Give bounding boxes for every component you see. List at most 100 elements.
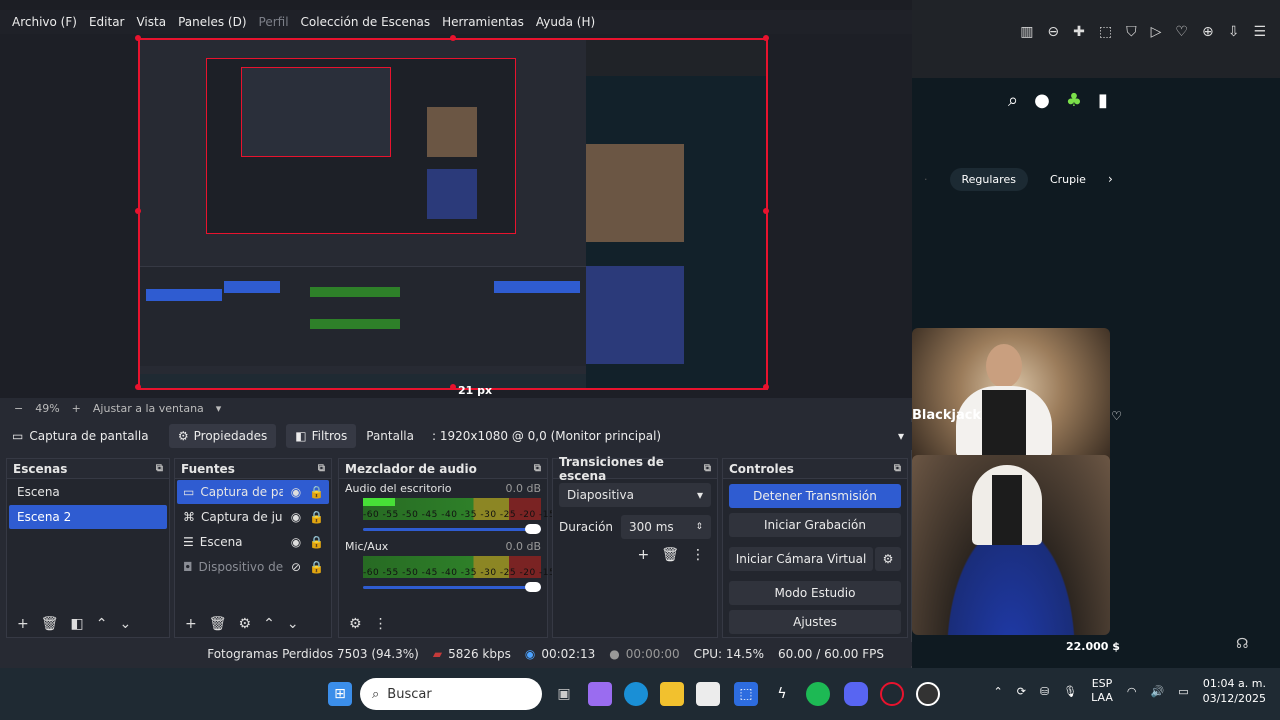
resize-handle-r[interactable] [763,208,769,214]
virtual-camera-button[interactable]: Iniciar Cámara Virtual [729,547,873,571]
fit-window-label[interactable]: Ajustar a la ventana [93,402,204,415]
menu-coleccion-escenas[interactable]: Colección de Escenas [295,15,437,29]
undock-icon[interactable]: ⧉ [894,463,901,474]
discord-icon[interactable] [844,682,868,706]
taskbar-search[interactable]: ⌕ Buscar [360,678,542,710]
extension-icon[interactable]: ✚ [1073,24,1085,40]
eye-icon[interactable]: ◉ [289,485,303,499]
zoom-icon[interactable]: ⊖ [1047,24,1059,40]
clock[interactable]: 01:04 a. m. 03/12/2025 [1203,676,1266,706]
chevron-down-icon[interactable]: ▾ [216,402,222,415]
source-item[interactable]: ☰ Escena ◉ 🔒 [177,530,329,554]
dropbox-icon[interactable]: ⬚ [734,682,758,706]
volume-icon[interactable]: 🔊 [1150,685,1164,698]
shield-icon[interactable]: ⛉ [1126,24,1137,40]
resize-handle-tl[interactable] [135,35,141,41]
chip-hidden[interactable]: · [912,168,940,191]
chevron-down-icon[interactable]: ⌄ [287,616,299,632]
sidebar-icon[interactable]: ▥ [1020,24,1033,40]
store-icon[interactable] [696,682,720,706]
game-title[interactable]: Blackjack [912,408,981,423]
chevron-up-icon[interactable]: ⌃ [263,616,275,632]
eye-icon[interactable]: ◉ [289,535,303,549]
chevron-up-icon[interactable]: ⌃ [96,616,108,632]
chevron-right-icon[interactable]: › [1108,172,1113,186]
eye-hidden-icon[interactable]: ⊘ [289,560,303,574]
properties-button[interactable]: ⚙ Propiedades [168,424,277,448]
user-icon[interactable]: ● [1034,90,1050,111]
obs-icon[interactable] [916,682,940,706]
spotify-icon[interactable] [806,682,830,706]
chip-crupie[interactable]: Crupie [1038,168,1098,191]
wallet-icon[interactable]: ⊕ [1202,24,1214,40]
settings-button[interactable]: Ajustes [729,610,901,634]
add-icon[interactable]: + [637,547,649,563]
preview-canvas[interactable] [138,38,768,390]
sync-icon[interactable]: ⟳ [1017,685,1026,698]
undock-icon[interactable]: ⧉ [318,463,325,474]
network-icon[interactable]: ⛁ [1040,685,1049,698]
pantalla-select[interactable]: : 1920x1080 @ 0,0 (Monitor principal) ▾ [424,424,912,448]
menu-editar[interactable]: Editar [83,15,131,29]
game-card-table[interactable] [912,455,1110,635]
menu-icon[interactable]: ☰ [1253,24,1266,40]
resize-handle-br[interactable] [763,384,769,390]
screenshot-icon[interactable]: ⬚ [1099,24,1112,40]
menu-perfil[interactable]: Perfil [253,15,295,29]
menu-herramientas[interactable]: Herramientas [436,15,530,29]
slider-knob[interactable] [525,582,541,592]
headset-icon[interactable]: ☊ [1236,636,1248,652]
menu-paneles[interactable]: Paneles (D) [172,15,252,29]
volume-slider[interactable] [363,524,541,534]
wifi-icon[interactable]: ◠ [1127,685,1137,698]
menu-ayuda[interactable]: Ayuda (H) [530,15,601,29]
language-indicator[interactable]: ESP LAA [1091,677,1113,705]
lock-icon[interactable]: 🔒 [309,535,324,549]
microphone-icon[interactable]: 🎙 [1063,685,1077,698]
start-record-button[interactable]: Iniciar Grabación [729,513,901,537]
trash-icon[interactable]: 🗑 [41,616,59,632]
resize-handle-t[interactable] [450,35,456,41]
trash-icon[interactable]: 🗑 [209,616,227,632]
download-icon[interactable]: ⇩ [1228,24,1240,40]
menu-vista[interactable]: Vista [130,15,172,29]
duration-input[interactable]: 300 ms ⇕ [621,515,711,539]
folder-icon[interactable] [660,682,684,706]
spinner-icon[interactable]: ⇕ [695,522,703,532]
lock-icon[interactable]: 🔒 [309,560,324,574]
scene-item[interactable]: Escena [9,480,167,504]
heart-icon[interactable]: ♡ [1175,24,1188,40]
panel-icon[interactable]: ▮ [1098,90,1108,111]
trash-icon[interactable]: 🗑 [661,547,679,563]
favorite-icon[interactable]: ♡ [1111,409,1122,423]
gear-icon[interactable]: ⚙ [349,616,362,632]
undock-icon[interactable]: ⧉ [156,463,163,474]
chevron-up-icon[interactable]: ⌃ [994,685,1003,698]
volume-slider[interactable] [363,582,541,592]
lock-icon[interactable]: 🔒 [309,485,324,499]
bell-icon[interactable]: ♣ [1066,90,1082,111]
filter-icon[interactable]: ◧ [71,616,84,632]
undock-icon[interactable]: ⧉ [704,463,711,474]
task-view-icon[interactable]: ▣ [552,682,576,706]
zoom-out-icon[interactable]: − [14,402,23,415]
slider-knob[interactable] [525,524,541,534]
copilot-icon[interactable] [588,682,612,706]
source-item[interactable]: ▭ Captura de pantalla ◉ 🔒 [177,480,329,504]
undock-icon[interactable]: ⧉ [534,463,541,474]
zoom-in-icon[interactable]: + [72,402,81,415]
search-icon[interactable]: ⌕ [1008,90,1018,111]
resize-handle-l[interactable] [135,208,141,214]
chevron-down-icon[interactable]: ⌄ [119,616,131,632]
add-icon[interactable]: + [17,616,29,632]
resize-handle-b[interactable] [450,384,456,390]
more-icon[interactable]: ⋮ [691,547,705,563]
source-item[interactable]: ◘ Dispositivo de captura de video ⊘ 🔒 [177,555,329,579]
more-icon[interactable]: ⋮ [374,616,388,632]
resize-handle-bl[interactable] [135,384,141,390]
play-icon[interactable]: ▷ [1151,24,1162,40]
source-item[interactable]: ⌘ Captura de juego ◉ 🔒 [177,505,329,529]
gear-icon[interactable]: ⚙ [239,616,252,632]
add-icon[interactable]: + [185,616,197,632]
transition-select[interactable]: Diapositiva ▾ [559,483,711,507]
